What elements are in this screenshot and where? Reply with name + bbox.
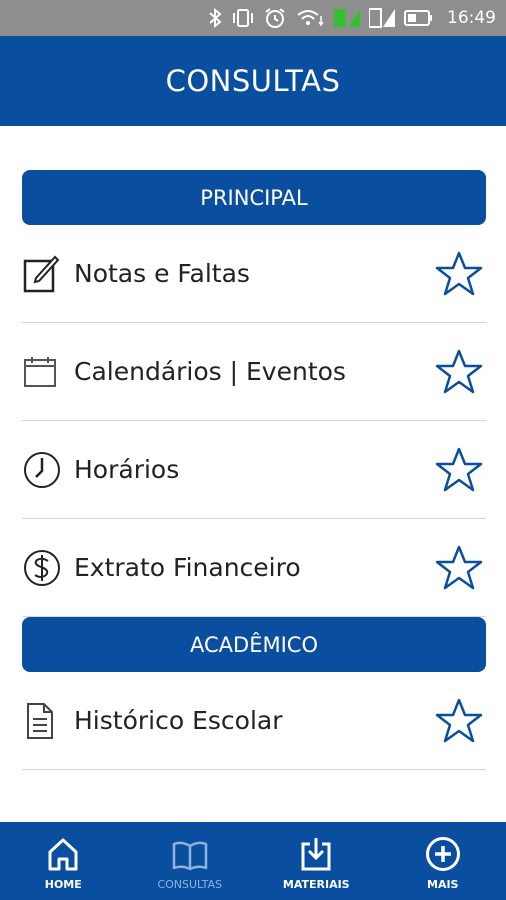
- alarm-icon: [264, 7, 286, 29]
- document-icon: [22, 700, 64, 742]
- menu-item-label: Histórico Escolar: [74, 706, 283, 735]
- bottom-nav: HOME CONSULTAS MATERIAIS MAIS: [0, 822, 506, 900]
- menu-item-label: Notas e Faltas: [74, 259, 250, 288]
- nav-materiais-label: MATERIAIS: [282, 877, 350, 891]
- menu-item-label: Horários: [74, 455, 180, 484]
- signal-sim2-icon: [369, 7, 395, 29]
- plus-circle-icon: [425, 832, 461, 872]
- favorite-star-icon[interactable]: [434, 696, 484, 746]
- favorite-star-icon[interactable]: [434, 249, 484, 299]
- signal-sim1-icon: [334, 7, 360, 29]
- nav-mais-label: MAIS: [427, 877, 459, 891]
- vibrate-icon: [231, 8, 255, 28]
- menu-item-extrato-financeiro[interactable]: Extrato Financeiro: [22, 519, 486, 617]
- section-header-principal: PRINCIPAL: [22, 170, 486, 225]
- home-icon: [46, 832, 80, 872]
- nav-mais[interactable]: MAIS: [380, 822, 506, 900]
- dollar-icon: [22, 547, 64, 589]
- favorite-star-icon[interactable]: [434, 445, 484, 495]
- battery-icon: [404, 9, 434, 27]
- section-header-academico: ACADÊMICO: [22, 617, 486, 672]
- menu-item-horarios[interactable]: Horários: [22, 421, 486, 519]
- nav-consultas-label: CONSULTAS: [157, 877, 223, 891]
- favorite-star-icon[interactable]: [434, 543, 484, 593]
- download-icon: [299, 832, 333, 872]
- nav-materiais[interactable]: MATERIAIS: [253, 822, 380, 900]
- app-header: CONSULTAS: [0, 36, 506, 126]
- edit-note-icon: [22, 253, 64, 295]
- book-icon: [171, 832, 209, 872]
- favorite-star-icon[interactable]: [434, 347, 484, 397]
- menu-item-label: Calendários | Eventos: [74, 357, 346, 386]
- status-time: 16:49: [447, 8, 496, 28]
- menu-item-calendarios-eventos[interactable]: Calendários | Eventos: [22, 323, 486, 421]
- page-title: CONSULTAS: [165, 64, 341, 98]
- nav-consultas[interactable]: CONSULTAS: [127, 822, 254, 900]
- menu-item-historico-escolar[interactable]: Histórico Escolar: [22, 672, 486, 770]
- nav-home-label: HOME: [44, 877, 82, 891]
- status-bar: 16:49: [0, 0, 506, 36]
- calendar-icon: [22, 351, 64, 393]
- bluetooth-icon: [208, 8, 222, 28]
- consultas-list: PRINCIPAL Notas e Faltas Calendários | E…: [22, 170, 486, 770]
- nav-home[interactable]: HOME: [0, 822, 127, 900]
- clock-icon: [22, 449, 64, 491]
- menu-item-label: Extrato Financeiro: [74, 553, 301, 582]
- menu-item-notas-faltas[interactable]: Notas e Faltas: [22, 225, 486, 323]
- wifi-icon: [295, 8, 325, 28]
